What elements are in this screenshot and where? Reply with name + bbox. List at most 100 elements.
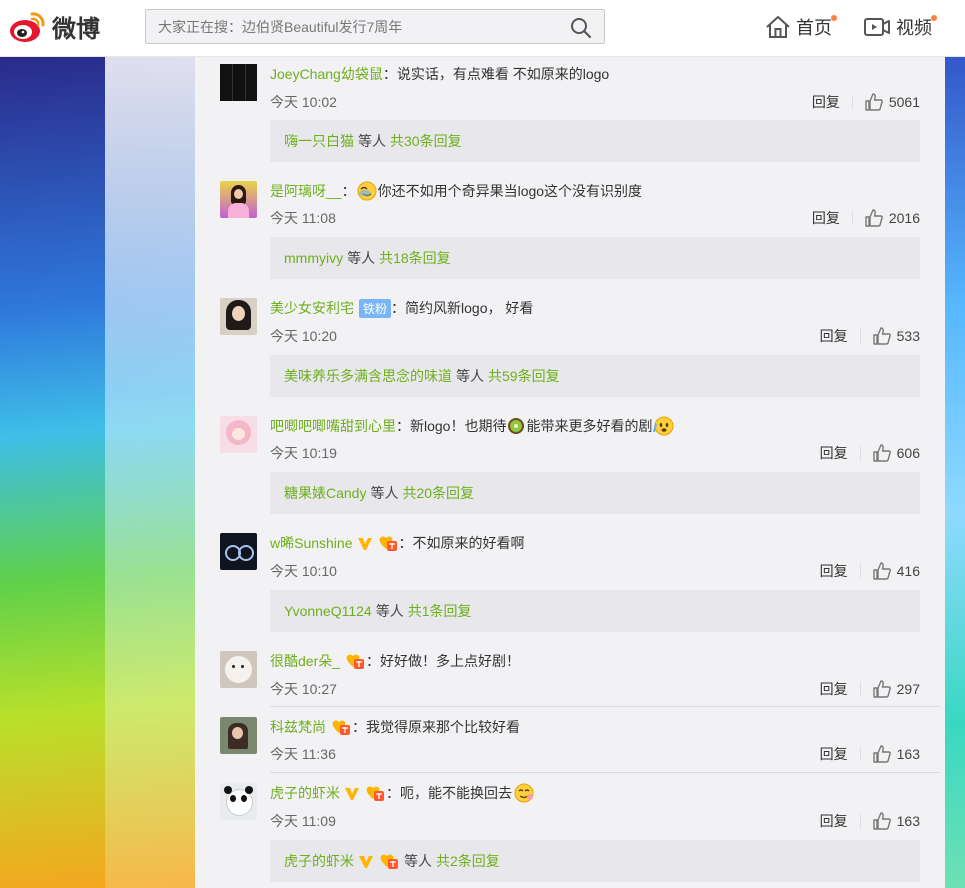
comment-divider [270,706,940,707]
comment-actions: 回复 2016 [812,208,920,228]
comment-text-line: 虎子的虾米 ： 呃，能不能换回去 [270,783,536,803]
emoji-icon [653,416,674,436]
username-link[interactable]: 虎子的虾米 [270,783,340,803]
avatar[interactable] [220,783,257,820]
avatar[interactable] [220,717,257,754]
reply-user[interactable]: YvonneQ1124 [284,590,372,632]
like-button[interactable]: 533 [872,327,920,345]
comment-text-line: 很酷der朵_ ： 好好做！多上点好剧！ [270,651,521,671]
like-icon [865,209,883,227]
like-button[interactable]: 5061 [865,93,920,111]
fan-badge: 铁粉 [359,298,392,318]
vip-v-icon [357,538,372,550]
reply-button[interactable]: 回复 [820,679,848,699]
divider [859,446,861,460]
reply-summary[interactable]: YvonneQ1124 等人 共1条回复 [270,590,920,632]
comment-actions: 回复 416 [820,561,920,581]
reply-etc: 等人 [456,368,484,384]
avatar[interactable] [220,181,257,218]
like-count: 163 [896,813,920,829]
like-count: 5061 [888,94,920,110]
nav-video-label: 视频 [896,18,932,38]
fan-medal-icon [346,654,365,669]
comment-text-line: 是阿璃呀__： 你还不如用个奇异果当logo这个没有识别度 [270,181,643,201]
notification-dot [931,15,937,21]
comment-actions: 回复 533 [820,326,920,346]
comments-panel: JoeyChang幼袋鼠：说实话，有点难看 不如原来的logo 今天 10:02… [195,56,945,888]
username-link[interactable]: w晞Sunshine [270,533,353,553]
search-box [145,9,605,44]
fan-medal-icon [366,786,384,801]
username-link[interactable]: 是阿璃呀__ [270,181,342,201]
background-left [0,56,200,888]
divider [859,814,861,828]
comment-text: 好好做！多上点好剧！ [380,653,521,669]
like-button[interactable]: 163 [872,812,920,830]
reply-button[interactable]: 回复 [820,443,848,463]
avatar[interactable] [220,651,257,688]
reply-total-link[interactable]: 共18条回复 [379,237,451,279]
reply-user[interactable]: 虎子的虾米 [284,840,354,882]
like-button[interactable]: 297 [872,680,920,698]
reply-summary[interactable]: 嗨一只白猫 等人 共30条回复 [270,120,920,162]
search-icon[interactable] [570,17,592,39]
comment-text-line: 吧唧吧唧嘴甜到心里： 新logo！也期待 能带来更多好看的剧 [270,416,676,436]
reply-total-link[interactable]: 共30条回复 [390,120,462,162]
nav-video[interactable]: 视频 [863,14,937,40]
username-link[interactable]: 科兹梵尚 [270,717,326,737]
comment-text: 简约风新logo， 好看 [405,300,534,316]
emoji-icon [514,783,534,803]
reply-summary[interactable]: 糖果婊Candy 等人 共20条回复 [270,472,920,514]
reply-total-link[interactable]: 共20条回复 [402,472,474,514]
like-button[interactable]: 163 [872,745,920,763]
comment-time: 今天 11:36 [270,746,336,762]
search-input[interactable] [146,10,570,43]
nav-home[interactable]: 首页 [765,14,837,40]
weibo-logo[interactable]: 微博 [8,9,100,44]
reply-button[interactable]: 回复 [820,811,848,831]
reply-button[interactable]: 回复 [820,561,848,581]
reply-etc: 等人 [358,133,386,149]
divider [859,682,861,696]
home-icon [766,16,790,38]
like-icon [872,680,891,698]
comment-time: 今天 11:09 [270,813,336,829]
notification-dot [831,15,837,21]
username-link[interactable]: 很酷der朵_ [270,651,340,671]
reply-summary[interactable]: mmmyivy 等人 共18条回复 [270,237,920,279]
reply-button[interactable]: 回复 [812,92,840,112]
comment-divider [270,772,940,773]
reply-total-link[interactable]: 共2条回复 [436,840,500,882]
reply-button[interactable]: 回复 [820,744,848,764]
comment-actions: 回复 163 [820,811,920,831]
comment-text: 我觉得原来那个比较好看 [366,719,520,735]
username-link[interactable]: JoeyChang幼袋鼠 [270,64,383,84]
vip-v-icon [345,788,359,800]
like-button[interactable]: 2016 [865,209,920,227]
comment-text: 你还不如用个奇异果当logo这个没有识别度 [377,183,643,199]
comment-text: 不如原来的好看啊 [412,535,525,551]
reply-etc: 等人 [375,603,404,619]
like-button[interactable]: 606 [872,444,920,462]
reply-user[interactable]: 糖果婊Candy [284,472,366,514]
reply-button[interactable]: 回复 [812,208,840,228]
reply-user[interactable]: 嗨一只白猫 [284,120,354,162]
reply-summary[interactable]: 美味养乐多满含思念的味道 等人 共59条回复 [270,355,920,397]
avatar[interactable] [220,416,257,453]
username-link[interactable]: 吧唧吧唧嘴甜到心里 [270,416,396,436]
reply-button[interactable]: 回复 [820,326,848,346]
weibo-logo-icon [10,11,45,42]
reply-total-link[interactable]: 共1条回复 [408,590,472,632]
comment-text: 新logo！也期待 [410,418,507,434]
avatar[interactable] [220,64,257,101]
like-button[interactable]: 416 [872,562,920,580]
reply-user[interactable]: mmmyivy [284,237,343,279]
reply-user[interactable]: 美味养乐多满含思念的味道 [284,355,452,397]
reply-total-link[interactable]: 共59条回复 [488,355,560,397]
like-count: 297 [896,681,920,697]
reply-etc: 等人 [370,485,399,501]
username-link[interactable]: 美少女安利宅 [270,298,354,318]
avatar[interactable] [220,533,257,570]
reply-summary[interactable]: 虎子的虾米 等人 共2条回复 [270,840,920,882]
avatar[interactable] [220,298,257,335]
